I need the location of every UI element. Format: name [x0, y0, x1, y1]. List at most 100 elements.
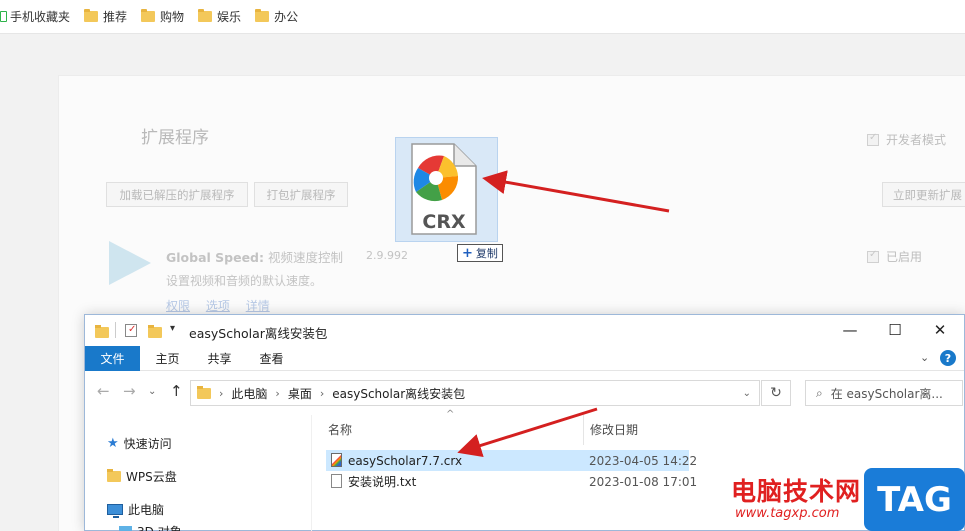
file-date: 2023-01-08 17:01 — [589, 474, 698, 489]
bookmark-label: 推荐 — [103, 10, 128, 24]
folder-icon — [107, 469, 121, 482]
bookmark-entertainment[interactable]: 娱乐 — [198, 8, 241, 25]
extension-name-suffix: 视频速度控制 — [268, 250, 344, 265]
checkbox-icon — [867, 132, 879, 146]
column-header-date[interactable]: 修改日期 — [590, 421, 638, 438]
refresh-button[interactable]: ↻ — [761, 380, 791, 406]
nav-quick-access[interactable]: ★ 快速访问 — [107, 435, 172, 452]
tab-share[interactable]: 共享 — [197, 346, 242, 371]
file-name: 安装说明.txt — [348, 475, 417, 489]
watermark-badge: TAG — [864, 468, 965, 531]
minimize-icon[interactable]: — — [835, 319, 865, 341]
extension-version: 2.9.992 — [366, 249, 408, 262]
column-divider[interactable] — [583, 415, 584, 445]
file-name: easyScholar7.7.crx — [348, 453, 463, 468]
search-input[interactable]: ⌕ 在 easyScholar离... — [805, 380, 963, 406]
bookmark-office[interactable]: 办公 — [255, 8, 298, 25]
breadcrumb[interactable]: › 此电脑 › 桌面 › easyScholar离线安装包 ⌄ — [190, 380, 760, 406]
breadcrumb-desktop[interactable]: 桌面 — [288, 385, 312, 402]
up-arrow-icon[interactable]: ↑ — [170, 382, 183, 400]
maximize-icon[interactable]: ☐ — [880, 319, 910, 341]
watermark-site-name: 电脑技术网 — [731, 477, 862, 506]
bookmark-recommend[interactable]: 推荐 — [84, 8, 127, 25]
developer-mode-toggle[interactable]: 开发者模式 — [867, 131, 946, 148]
checkbox-icon — [867, 249, 879, 263]
address-row: ← → ⌄ ↑ › 此电脑 › 桌面 › easyScholar离线安装包 ⌄ … — [85, 377, 964, 407]
bookmark-mobile-favorites[interactable]: 手机收藏夹 — [0, 8, 70, 25]
bookmark-label: 娱乐 — [217, 10, 242, 24]
update-now-button[interactable]: 立即更新扩展 — [882, 182, 965, 207]
tab-file[interactable]: 文件 — [85, 346, 140, 371]
title-bar: ✓ ▾ easyScholar离线安装包 — ☐ ✕ — [85, 315, 964, 346]
search-icon: ⌕ — [816, 385, 823, 400]
page-title: 扩展程序 — [141, 128, 209, 148]
crx-label: CRX — [422, 211, 466, 233]
extension-name-main: Global Speed: — [166, 250, 265, 265]
phone-icon — [0, 11, 7, 22]
column-header-name[interactable]: 名称 — [328, 421, 352, 438]
window-title: easyScholar离线安装包 — [189, 326, 328, 341]
nav-label: 3D 对象 — [137, 523, 182, 531]
extension-enabled-toggle[interactable]: 已启用 — [867, 248, 922, 265]
bookmark-shopping[interactable]: 购物 — [141, 8, 184, 25]
bookmark-label: 手机收藏夹 — [10, 10, 71, 24]
bookmarks-bar: 手机收藏夹 推荐 购物 娱乐 办公 — [0, 0, 965, 34]
recent-locations-icon[interactable]: ⌄ — [148, 386, 156, 397]
bookmark-label: 办公 — [274, 10, 299, 24]
tab-home[interactable]: 主页 — [145, 346, 190, 371]
close-icon[interactable]: ✕ — [925, 319, 955, 341]
nav-wps-cloud[interactable]: WPS云盘 — [107, 468, 177, 485]
file-row-crx[interactable]: easyScholar7.7.crx 2023-04-05 14:22 — [326, 450, 697, 471]
folder-icon — [141, 9, 156, 22]
bookmark-label: 购物 — [160, 10, 185, 24]
star-icon: ★ — [107, 436, 119, 451]
developer-mode-label: 开发者模式 — [886, 133, 947, 147]
folder-icon — [84, 9, 99, 22]
permissions-link[interactable]: 权限 — [166, 299, 190, 313]
extension-links: 权限 选项 详情 — [166, 297, 282, 314]
enabled-label: 已启用 — [886, 250, 923, 264]
pc-icon — [107, 504, 123, 518]
nav-3d-objects[interactable]: 3D 对象 — [119, 523, 182, 531]
breadcrumb-this-pc[interactable]: 此电脑 — [231, 385, 267, 402]
nav-label: WPS云盘 — [126, 470, 177, 484]
copy-label: 复制 — [475, 247, 498, 260]
properties-icon[interactable]: ✓ — [125, 324, 137, 337]
navigation-pane: ★ 快速访问 WPS云盘 此电脑 3D 对象 — [85, 415, 307, 531]
text-file-icon — [331, 474, 342, 488]
divider — [115, 322, 116, 338]
drag-ghost: CRX — [395, 137, 498, 242]
ribbon-tabs: 文件 主页 共享 查看 ⌄ ? — [85, 346, 964, 371]
breadcrumb-folder[interactable]: easyScholar离线安装包 — [332, 385, 465, 402]
chevron-down-icon[interactable]: ⌄ — [920, 351, 929, 364]
refresh-icon: ↻ — [770, 385, 782, 401]
search-placeholder: 在 easyScholar离... — [830, 386, 943, 401]
help-icon[interactable]: ? — [940, 350, 956, 366]
new-folder-icon[interactable] — [148, 325, 162, 338]
address-dropdown-icon[interactable]: ⌄ — [743, 388, 751, 399]
nav-label: 此电脑 — [128, 503, 165, 517]
extension-name: Global Speed: 视频速度控制 — [166, 247, 343, 266]
chevron-right-icon: › — [275, 386, 280, 400]
folder-icon — [255, 9, 270, 22]
extension-play-icon — [109, 241, 151, 285]
nav-label: 快速访问 — [123, 437, 172, 451]
file-date: 2023-04-05 14:22 — [589, 453, 698, 468]
chevron-right-icon: › — [219, 386, 224, 400]
load-unpacked-button[interactable]: 加载已解压的扩展程序 — [106, 182, 248, 207]
back-arrow-icon[interactable]: ← — [97, 382, 110, 400]
folder-icon — [197, 385, 211, 399]
quick-access-dropdown-icon[interactable]: ▾ — [170, 323, 175, 334]
nav-this-pc[interactable]: 此电脑 — [107, 501, 164, 518]
cube-icon — [119, 526, 132, 531]
folder-icon — [95, 325, 109, 338]
details-link[interactable]: 详情 — [246, 299, 270, 313]
options-link[interactable]: 选项 — [206, 299, 230, 313]
sort-caret-icon: ^ — [446, 409, 455, 420]
crx-file-icon: CRX — [411, 143, 477, 235]
tab-view[interactable]: 查看 — [249, 346, 294, 371]
forward-arrow-icon[interactable]: → — [123, 382, 136, 400]
file-row-txt[interactable]: 安装说明.txt 2023-01-08 17:01 — [326, 471, 697, 492]
pack-extension-button[interactable]: 打包扩展程序 — [254, 182, 348, 207]
crx-file-icon — [331, 453, 342, 467]
